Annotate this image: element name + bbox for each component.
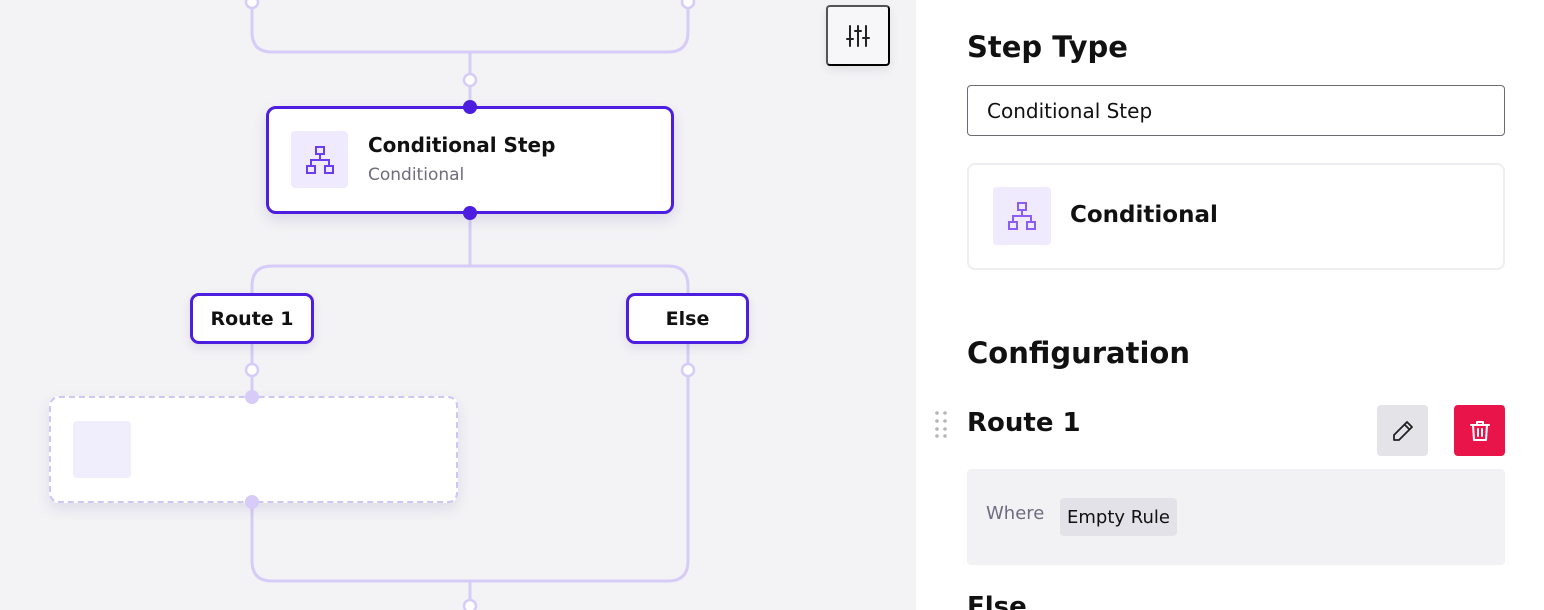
type-card-icon-box — [993, 187, 1051, 245]
route-1-label[interactable]: Route 1 — [190, 293, 314, 344]
else-route-label[interactable]: Else — [626, 293, 749, 344]
node-subtitle: Conditional — [368, 165, 465, 185]
step-type-card[interactable]: Conditional — [967, 163, 1505, 270]
drag-handle-icon[interactable] — [934, 410, 948, 438]
conditional-step-node[interactable]: Conditional Step Conditional — [266, 106, 674, 214]
port-circle[interactable] — [244, 362, 260, 378]
port-circle[interactable] — [462, 598, 478, 610]
else-heading: Else — [967, 592, 1027, 610]
route-title: Route 1 — [967, 408, 1081, 438]
placeholder-icon-box — [73, 421, 131, 478]
port-circle[interactable] — [244, 0, 260, 10]
canvas-settings-button[interactable] — [826, 5, 890, 66]
step-type-input[interactable] — [967, 85, 1505, 136]
configuration-heading: Configuration — [967, 336, 1190, 370]
node-title: Conditional Step — [368, 133, 556, 157]
delete-route-button[interactable] — [1454, 405, 1505, 456]
step-type-heading: Step Type — [967, 30, 1128, 64]
sitemap-icon — [305, 145, 334, 174]
route-rule-box: Where Empty Rule — [967, 469, 1505, 565]
port-circle[interactable] — [680, 0, 696, 10]
pencil-icon — [1392, 420, 1413, 441]
sitemap-icon — [1008, 202, 1036, 230]
edit-route-button[interactable] — [1377, 405, 1428, 456]
node-icon-box — [291, 131, 348, 188]
connector-lines — [244, 0, 696, 610]
empty-step-placeholder[interactable] — [49, 396, 458, 503]
sliders-icon — [846, 24, 870, 47]
port-circle[interactable] — [680, 362, 696, 378]
port-circle[interactable] — [462, 72, 478, 88]
rule-chip[interactable]: Empty Rule — [1060, 498, 1177, 536]
type-card-label: Conditional — [1070, 202, 1218, 228]
step-settings-panel: Step Type Conditional Configuration Rout… — [916, 0, 1544, 610]
where-label: Where — [986, 503, 1045, 524]
workflow-canvas[interactable]: Conditional Step Conditional Route 1 Els… — [0, 0, 916, 610]
trash-icon — [1469, 420, 1490, 441]
